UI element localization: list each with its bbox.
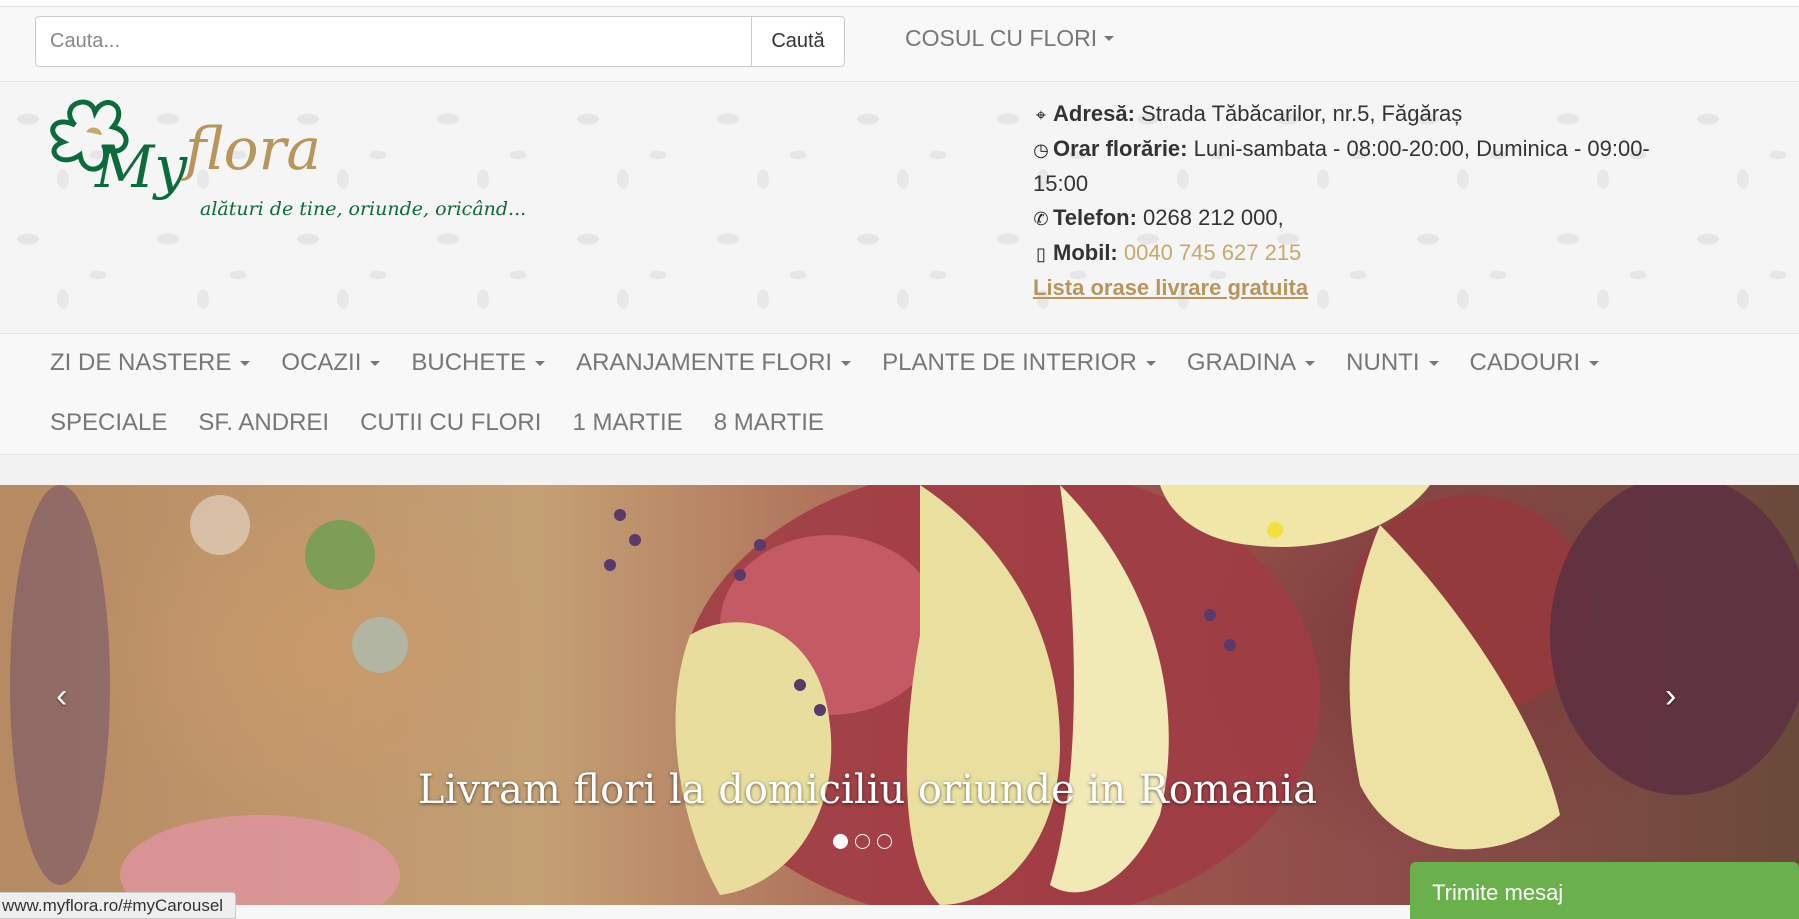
nav-item-cadouri[interactable]: CADOURI (1470, 349, 1600, 377)
caret-down-icon (535, 360, 546, 366)
free-delivery-link[interactable]: Lista orase livrare gratuita (1033, 275, 1308, 300)
nav-label: NUNTI (1346, 349, 1420, 376)
hours-row: ◷ Orar florărie: Luni-sambata - 08:00-20:… (1033, 132, 1673, 201)
nav-item-8-martie[interactable]: 8 MARTIE (714, 409, 824, 437)
caret-down-icon (1104, 36, 1115, 41)
top-bar: Caută COSUL CU FLORI (0, 7, 1799, 82)
phone-label: Telefon: (1053, 205, 1137, 230)
header: My flora alături de tine, oriunde, oricâ… (0, 83, 1799, 333)
logo-brand-my: My (94, 133, 188, 201)
myflora-logo[interactable]: My flora alături de tine, oriunde, oricâ… (35, 87, 555, 227)
pattern-strip (0, 455, 1799, 485)
send-message-button[interactable]: Trimite mesaj (1410, 862, 1799, 919)
nav-label: BUCHETE (411, 349, 527, 376)
map-marker-icon: ⌖ (1035, 105, 1047, 125)
phone-icon: ✆ (1033, 209, 1049, 229)
cart-label: COSUL CU FLORI (905, 25, 1098, 51)
carousel-prev-arrow[interactable]: ‹ (56, 677, 67, 716)
nav-item-speciale[interactable]: SPECIALE (50, 409, 167, 437)
main-navigation: ZI DE NASTERE OCAZII BUCHETE ARANJAMENTE… (0, 333, 1799, 455)
address-value: Strada Tăbăcarilor, nr.5, Făgăraș (1141, 101, 1463, 126)
contact-info: ⌖ Adresă: Strada Tăbăcarilor, nr.5, Făgăr… (1033, 97, 1673, 305)
address-label: Adresă: (1053, 101, 1135, 126)
search-input[interactable] (35, 16, 751, 67)
mobile-row: ▯ Mobil: 0040 745 627 215 (1033, 236, 1673, 271)
logo-brand-flora: flora (181, 115, 321, 183)
browser-status-url: www.myflora.ro/#myCarousel (0, 892, 237, 919)
nav-item-zi-de-nastere[interactable]: ZI DE NASTERE (50, 349, 251, 377)
carousel-next-arrow[interactable]: › (1665, 677, 1676, 716)
search-button[interactable]: Caută (751, 16, 845, 67)
caret-down-icon (240, 360, 251, 366)
nav-item-ocazii[interactable]: OCAZII (281, 349, 381, 377)
caret-down-icon (1428, 360, 1439, 366)
phone-row: ✆ Telefon: 0268 212 000, (1033, 201, 1673, 236)
nav-label: 8 MARTIE (713, 409, 824, 436)
nav-item-buchete[interactable]: BUCHETE (411, 349, 546, 377)
nav-label: 1 MARTIE (572, 409, 683, 436)
hero-carousel[interactable]: ‹ › Livram flori la domiciliu oriunde in… (0, 485, 1799, 905)
address-row: ⌖ Adresă: Strada Tăbăcarilor, nr.5, Făgăr… (1033, 97, 1673, 132)
nav-item-gradina[interactable]: GRADINA (1186, 349, 1316, 377)
carousel-indicators (833, 834, 892, 849)
nav-item-nunti[interactable]: NUNTI (1346, 349, 1439, 377)
nav-label: CADOURI (1469, 349, 1581, 376)
cart-dropdown[interactable]: COSUL CU FLORI (905, 25, 1115, 52)
logo-tagline: alături de tine, oriunde, oricând... (200, 198, 526, 220)
nav-label: PLANTE DE INTERIOR (882, 349, 1137, 376)
caret-down-icon (841, 360, 852, 366)
carousel-indicator-3[interactable] (877, 834, 892, 849)
nav-item-1-martie[interactable]: 1 MARTIE (572, 409, 682, 437)
caret-down-icon (1589, 360, 1600, 366)
hours-label: Orar florărie: (1053, 136, 1188, 161)
top-border (0, 0, 1799, 7)
nav-label: OCAZII (281, 349, 362, 376)
nav-label: SF. ANDREI (198, 409, 330, 436)
nav-label: ZI DE NASTERE (50, 349, 232, 376)
nav-item-plante-de-interior[interactable]: PLANTE DE INTERIOR (882, 349, 1156, 377)
nav-label: GRADINA (1186, 349, 1297, 376)
nav-row-1: ZI DE NASTERE OCAZII BUCHETE ARANJAMENTE… (50, 349, 1600, 377)
nav-item-sf-andrei[interactable]: SF. ANDREI (198, 409, 329, 437)
nav-item-aranjamente-flori[interactable]: ARANJAMENTE FLORI (576, 349, 852, 377)
flower-bouquet-image (10, 485, 1799, 905)
free-delivery-row: Lista orase livrare gratuita (1033, 271, 1673, 305)
carousel-indicator-2[interactable] (855, 834, 870, 849)
search-form: Caută (35, 16, 845, 67)
nav-label: ARANJAMENTE FLORI (576, 349, 833, 376)
mobile-link[interactable]: 0040 745 627 215 (1124, 240, 1301, 265)
caret-down-icon (1145, 360, 1156, 366)
carousel-indicator-1[interactable] (833, 834, 848, 849)
nav-row-2: SPECIALE SF. ANDREI CUTII CU FLORI 1 MAR… (50, 409, 824, 437)
clock-icon: ◷ (1033, 140, 1049, 160)
phone-value: 0268 212 000, (1143, 205, 1284, 230)
nav-label: SPECIALE (50, 409, 168, 436)
carousel-caption: Livram flori la domiciliu oriunde in Rom… (417, 767, 1318, 813)
nav-label: CUTII CU FLORI (360, 409, 542, 436)
caret-down-icon (1305, 360, 1316, 366)
mobile-label: Mobil: (1053, 240, 1118, 265)
caret-down-icon (370, 360, 381, 366)
mobile-icon: ▯ (1036, 244, 1046, 264)
nav-item-cutii-cu-flori[interactable]: CUTII CU FLORI (360, 409, 541, 437)
